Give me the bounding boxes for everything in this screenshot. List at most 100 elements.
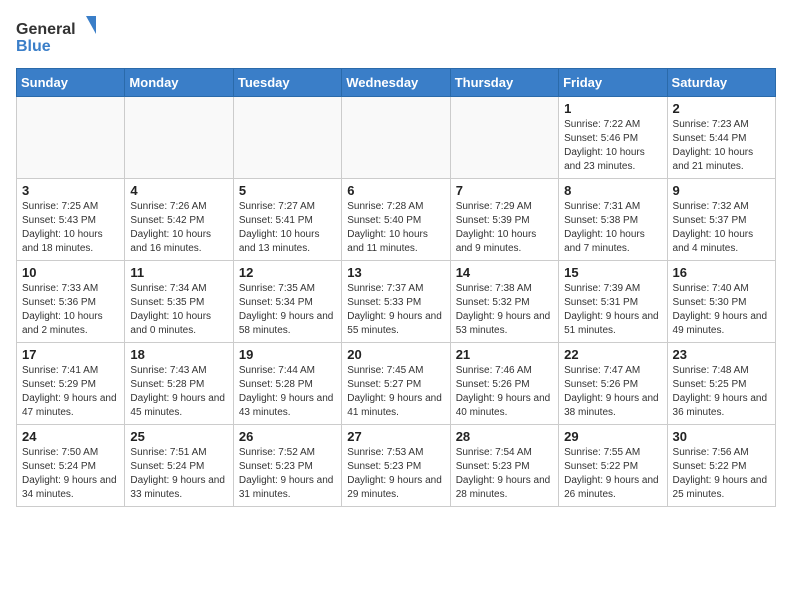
day-info: Sunrise: 7:39 AM Sunset: 5:31 PM Dayligh… xyxy=(564,282,661,338)
col-header-thursday: Thursday xyxy=(450,69,558,97)
day-number: 7 xyxy=(456,183,553,198)
calendar-week-row: 10Sunrise: 7:33 AM Sunset: 5:36 PM Dayli… xyxy=(17,261,776,343)
calendar-cell: 22 Sunrise: 7:47 AM Sunset: 5:26 PM Dayli… xyxy=(559,343,667,425)
calendar-cell: 17 Sunrise: 7:41 AM Sunset: 5:29 PM Dayli… xyxy=(17,343,125,425)
calendar-cell: 9Sunrise: 7:32 AM Sunset: 5:37 PM Daylig… xyxy=(667,179,775,261)
day-info: Sunrise: 7:56 AM Sunset: 5:22 PM Dayligh… xyxy=(673,446,770,502)
day-number: 14 xyxy=(456,265,553,280)
calendar-cell: 13Sunrise: 7:37 AM Sunset: 5:33 PM Dayli… xyxy=(342,261,450,343)
day-number: 15 xyxy=(564,265,661,280)
calendar-cell: 27 Sunrise: 7:53 AM Sunset: 5:23 PM Dayli… xyxy=(342,425,450,507)
calendar-cell: 5 Sunrise: 7:27 AM Sunset: 5:41 PM Daylig… xyxy=(233,179,341,261)
day-number: 5 xyxy=(239,183,336,198)
calendar-cell: 20 Sunrise: 7:45 AM Sunset: 5:27 PM Dayli… xyxy=(342,343,450,425)
day-number: 27 xyxy=(347,429,444,444)
day-number: 29 xyxy=(564,429,661,444)
calendar-cell: 1Sunrise: 7:22 AM Sunset: 5:46 PM Daylig… xyxy=(559,97,667,179)
calendar-week-row: 17 Sunrise: 7:41 AM Sunset: 5:29 PM Dayli… xyxy=(17,343,776,425)
calendar-cell xyxy=(342,97,450,179)
calendar-cell: 8 Sunrise: 7:31 AM Sunset: 5:38 PM Daylig… xyxy=(559,179,667,261)
calendar-cell: 3 Sunrise: 7:25 AM Sunset: 5:43 PM Daylig… xyxy=(17,179,125,261)
calendar-header-row: SundayMondayTuesdayWednesdayThursdayFrid… xyxy=(17,69,776,97)
calendar-cell: 4 Sunrise: 7:26 AM Sunset: 5:42 PM Daylig… xyxy=(125,179,233,261)
day-number: 3 xyxy=(22,183,119,198)
calendar-cell: 26Sunrise: 7:52 AM Sunset: 5:23 PM Dayli… xyxy=(233,425,341,507)
calendar-cell: 19 Sunrise: 7:44 AM Sunset: 5:28 PM Dayli… xyxy=(233,343,341,425)
day-info: Sunrise: 7:48 AM Sunset: 5:25 PM Dayligh… xyxy=(673,364,770,420)
calendar-cell: 28 Sunrise: 7:54 AM Sunset: 5:23 PM Dayli… xyxy=(450,425,558,507)
day-info: Sunrise: 7:55 AM Sunset: 5:22 PM Dayligh… xyxy=(564,446,661,502)
day-info: Sunrise: 7:44 AM Sunset: 5:28 PM Dayligh… xyxy=(239,364,336,420)
calendar-cell: 7 Sunrise: 7:29 AM Sunset: 5:39 PM Daylig… xyxy=(450,179,558,261)
logo: GeneralBlue xyxy=(16,16,96,56)
day-info: Sunrise: 7:40 AM Sunset: 5:30 PM Dayligh… xyxy=(673,282,770,338)
day-info: Sunrise: 7:37 AM Sunset: 5:33 PM Dayligh… xyxy=(347,282,444,338)
day-number: 30 xyxy=(673,429,770,444)
calendar-cell: 6 Sunrise: 7:28 AM Sunset: 5:40 PM Daylig… xyxy=(342,179,450,261)
day-info: Sunrise: 7:52 AM Sunset: 5:23 PM Dayligh… xyxy=(239,446,336,502)
day-info: Sunrise: 7:28 AM Sunset: 5:40 PM Dayligh… xyxy=(347,200,444,256)
day-info: Sunrise: 7:31 AM Sunset: 5:38 PM Dayligh… xyxy=(564,200,661,256)
calendar-week-row: 1Sunrise: 7:22 AM Sunset: 5:46 PM Daylig… xyxy=(17,97,776,179)
day-number: 22 xyxy=(564,347,661,362)
day-number: 9 xyxy=(673,183,770,198)
day-info: Sunrise: 7:45 AM Sunset: 5:27 PM Dayligh… xyxy=(347,364,444,420)
day-number: 21 xyxy=(456,347,553,362)
day-info: Sunrise: 7:33 AM Sunset: 5:36 PM Dayligh… xyxy=(22,282,119,338)
calendar-cell: 10Sunrise: 7:33 AM Sunset: 5:36 PM Dayli… xyxy=(17,261,125,343)
day-number: 2 xyxy=(673,101,770,116)
calendar-cell xyxy=(125,97,233,179)
calendar-cell: 2 Sunrise: 7:23 AM Sunset: 5:44 PM Daylig… xyxy=(667,97,775,179)
day-info: Sunrise: 7:50 AM Sunset: 5:24 PM Dayligh… xyxy=(22,446,119,502)
day-info: Sunrise: 7:22 AM Sunset: 5:46 PM Dayligh… xyxy=(564,118,661,174)
col-header-friday: Friday xyxy=(559,69,667,97)
day-info: Sunrise: 7:29 AM Sunset: 5:39 PM Dayligh… xyxy=(456,200,553,256)
calendar-cell: 11Sunrise: 7:34 AM Sunset: 5:35 PM Dayli… xyxy=(125,261,233,343)
day-info: Sunrise: 7:46 AM Sunset: 5:26 PM Dayligh… xyxy=(456,364,553,420)
day-number: 25 xyxy=(130,429,227,444)
calendar-week-row: 3 Sunrise: 7:25 AM Sunset: 5:43 PM Daylig… xyxy=(17,179,776,261)
day-info: Sunrise: 7:23 AM Sunset: 5:44 PM Dayligh… xyxy=(673,118,770,174)
day-number: 8 xyxy=(564,183,661,198)
day-info: Sunrise: 7:51 AM Sunset: 5:24 PM Dayligh… xyxy=(130,446,227,502)
day-number: 23 xyxy=(673,347,770,362)
day-number: 18 xyxy=(130,347,227,362)
day-number: 12 xyxy=(239,265,336,280)
day-info: Sunrise: 7:47 AM Sunset: 5:26 PM Dayligh… xyxy=(564,364,661,420)
calendar-cell: 15 Sunrise: 7:39 AM Sunset: 5:31 PM Dayli… xyxy=(559,261,667,343)
day-info: Sunrise: 7:26 AM Sunset: 5:42 PM Dayligh… xyxy=(130,200,227,256)
day-info: Sunrise: 7:54 AM Sunset: 5:23 PM Dayligh… xyxy=(456,446,553,502)
col-header-wednesday: Wednesday xyxy=(342,69,450,97)
day-number: 17 xyxy=(22,347,119,362)
day-number: 28 xyxy=(456,429,553,444)
calendar-table: SundayMondayTuesdayWednesdayThursdayFrid… xyxy=(16,68,776,507)
calendar-cell: 25 Sunrise: 7:51 AM Sunset: 5:24 PM Dayli… xyxy=(125,425,233,507)
calendar-cell: 12 Sunrise: 7:35 AM Sunset: 5:34 PM Dayli… xyxy=(233,261,341,343)
day-info: Sunrise: 7:25 AM Sunset: 5:43 PM Dayligh… xyxy=(22,200,119,256)
col-header-monday: Monday xyxy=(125,69,233,97)
col-header-tuesday: Tuesday xyxy=(233,69,341,97)
calendar-cell xyxy=(233,97,341,179)
page-header: GeneralBlue xyxy=(16,16,776,56)
day-info: Sunrise: 7:27 AM Sunset: 5:41 PM Dayligh… xyxy=(239,200,336,256)
calendar-week-row: 24 Sunrise: 7:50 AM Sunset: 5:24 PM Dayli… xyxy=(17,425,776,507)
day-number: 24 xyxy=(22,429,119,444)
calendar-cell: 21 Sunrise: 7:46 AM Sunset: 5:26 PM Dayli… xyxy=(450,343,558,425)
calendar-cell: 16 Sunrise: 7:40 AM Sunset: 5:30 PM Dayli… xyxy=(667,261,775,343)
day-info: Sunrise: 7:41 AM Sunset: 5:29 PM Dayligh… xyxy=(22,364,119,420)
logo-svg: GeneralBlue xyxy=(16,16,96,56)
day-number: 20 xyxy=(347,347,444,362)
day-number: 6 xyxy=(347,183,444,198)
calendar-cell: 14Sunrise: 7:38 AM Sunset: 5:32 PM Dayli… xyxy=(450,261,558,343)
day-number: 19 xyxy=(239,347,336,362)
day-info: Sunrise: 7:43 AM Sunset: 5:28 PM Dayligh… xyxy=(130,364,227,420)
day-number: 16 xyxy=(673,265,770,280)
day-info: Sunrise: 7:35 AM Sunset: 5:34 PM Dayligh… xyxy=(239,282,336,338)
day-number: 11 xyxy=(130,265,227,280)
col-header-sunday: Sunday xyxy=(17,69,125,97)
calendar-cell: 23 Sunrise: 7:48 AM Sunset: 5:25 PM Dayli… xyxy=(667,343,775,425)
svg-text:Blue: Blue xyxy=(16,38,51,55)
day-info: Sunrise: 7:53 AM Sunset: 5:23 PM Dayligh… xyxy=(347,446,444,502)
day-number: 4 xyxy=(130,183,227,198)
calendar-cell: 24 Sunrise: 7:50 AM Sunset: 5:24 PM Dayli… xyxy=(17,425,125,507)
